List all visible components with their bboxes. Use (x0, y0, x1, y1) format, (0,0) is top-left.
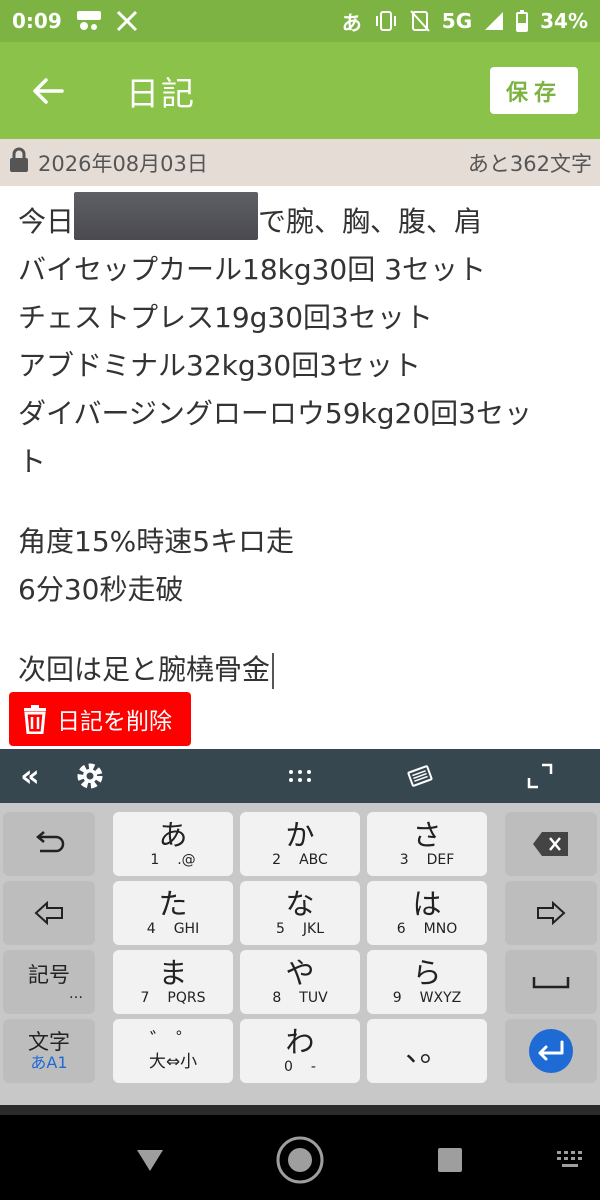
backspace-icon (533, 832, 568, 856)
key-a[interactable]: あ 1 .@ (113, 812, 233, 876)
status-bar: 0:09 あ 5G 34% (0, 0, 600, 42)
text-line: 角度15%時速5キロ走 (18, 525, 295, 558)
dots-grid-icon (289, 770, 311, 782)
keyboard-toolbar: « (0, 749, 600, 803)
key-na[interactable]: な 5 JKL (240, 881, 360, 945)
home-circle-icon (276, 1136, 324, 1184)
nav-home-button[interactable] (270, 1130, 330, 1190)
nav-keyboard-button[interactable] (548, 1140, 592, 1180)
info-bar: 2026年08月03日 あと362文字 (0, 139, 600, 186)
undo-key[interactable] (3, 812, 95, 876)
fullscreen-button[interactable] (518, 749, 562, 803)
keyboard-switch-button[interactable] (280, 749, 320, 803)
delete-diary-button[interactable]: 日記を削除 (9, 692, 191, 746)
text-line: アブドミナル32kg30回3セット (18, 349, 422, 382)
double-chevron-left-icon: « (20, 758, 40, 794)
key-ka[interactable]: か 2 ABC (240, 812, 360, 876)
page-title: 日記 (126, 73, 196, 113)
keyboard-bottom-strip (0, 1105, 600, 1115)
triangle-down-icon (137, 1150, 163, 1171)
battery-level: 34% (540, 9, 588, 33)
expand-icon (527, 763, 553, 789)
text-line: バイセップカール18kg30回 3セット (18, 253, 486, 286)
space-key[interactable] (505, 950, 597, 1014)
delete-label: 日記を削除 (57, 709, 172, 735)
keyboard-settings-button[interactable] (66, 749, 114, 803)
symbol-key[interactable]: 記号 … (3, 950, 95, 1014)
cursor-right-key[interactable] (505, 881, 597, 945)
x-icon (116, 10, 138, 32)
nav-back-button[interactable] (120, 1135, 180, 1185)
key-ma[interactable]: ま 7 PQRS (113, 950, 233, 1014)
diary-text-area[interactable]: 今日 で腕、胸、腹、肩 バイセップカール18kg30回 3セット チェストプレス1… (18, 192, 588, 694)
diary-date: 2026年08月03日 (38, 151, 208, 176)
text-line: 今日 で腕、胸、腹、肩 (18, 192, 588, 246)
battery-icon (516, 10, 529, 32)
key-dakuten[interactable]: ゛ ゜ 大⇔小 (113, 1019, 233, 1083)
key-ta[interactable]: た 4 GHI (113, 881, 233, 945)
network-type: 5G (441, 9, 473, 33)
keyboard-layout-button[interactable] (400, 749, 440, 803)
undo-icon (36, 831, 65, 853)
enter-key[interactable] (505, 1019, 597, 1083)
input-mode-key[interactable]: 文字 あA1 (3, 1019, 95, 1083)
arrow-left-icon (33, 77, 64, 104)
square-icon (438, 1148, 462, 1172)
key-ya[interactable]: や 8 TUV (240, 950, 360, 1014)
key-ra[interactable]: ら 9 WXYZ (367, 950, 487, 1014)
text-line: 次回は足と腕橈骨金 (18, 646, 588, 694)
text-line: ト (18, 445, 47, 478)
gear-icon (77, 763, 103, 789)
text-line: チェストプレス19g30回3セット (18, 301, 433, 334)
nav-recents-button[interactable] (420, 1135, 480, 1185)
trash-icon (24, 705, 46, 734)
ime-indicator: あ (341, 10, 362, 35)
status-time: 0:09 (12, 9, 62, 33)
backspace-key[interactable] (505, 812, 597, 876)
key-ha[interactable]: は 6 MNO (367, 881, 487, 945)
keyboard-icon (557, 1151, 582, 1167)
key-sa[interactable]: さ 3 DEF (367, 812, 487, 876)
key-wa[interactable]: わ 0- (240, 1019, 360, 1083)
keyboard-icon (407, 765, 433, 787)
app-bar: 日記 保存 (0, 42, 600, 139)
redacted-block (74, 192, 259, 240)
space-icon (532, 977, 570, 989)
cursor-left-key[interactable] (3, 881, 95, 945)
no-sim-icon (410, 10, 430, 32)
key-punctuation[interactable]: 、。 (367, 1019, 487, 1083)
text-line: ダイバージングローロウ59kg20回3セッ (18, 397, 532, 430)
navigation-bar (0, 1115, 600, 1200)
save-button[interactable]: 保存 (490, 67, 578, 114)
lock-icon (8, 147, 30, 178)
text-line: 6分30秒走破 (18, 573, 184, 606)
remaining-characters: あと362文字 (467, 151, 592, 176)
news-app-icon (76, 9, 102, 33)
back-button[interactable] (18, 61, 78, 121)
vibrate-icon (374, 10, 398, 32)
collapse-toolbar-button[interactable]: « (10, 749, 50, 803)
arrow-right-outline-icon (537, 901, 566, 925)
signal-icon (484, 11, 504, 31)
arrow-left-outline-icon (34, 901, 63, 925)
text-cursor (272, 653, 275, 689)
enter-icon (529, 1029, 573, 1073)
flick-keyboard: あ 1 .@ か 2 ABC さ 3 DEF た 4 GHI な 5 JKL は 6 MNO… (0, 803, 600, 1105)
